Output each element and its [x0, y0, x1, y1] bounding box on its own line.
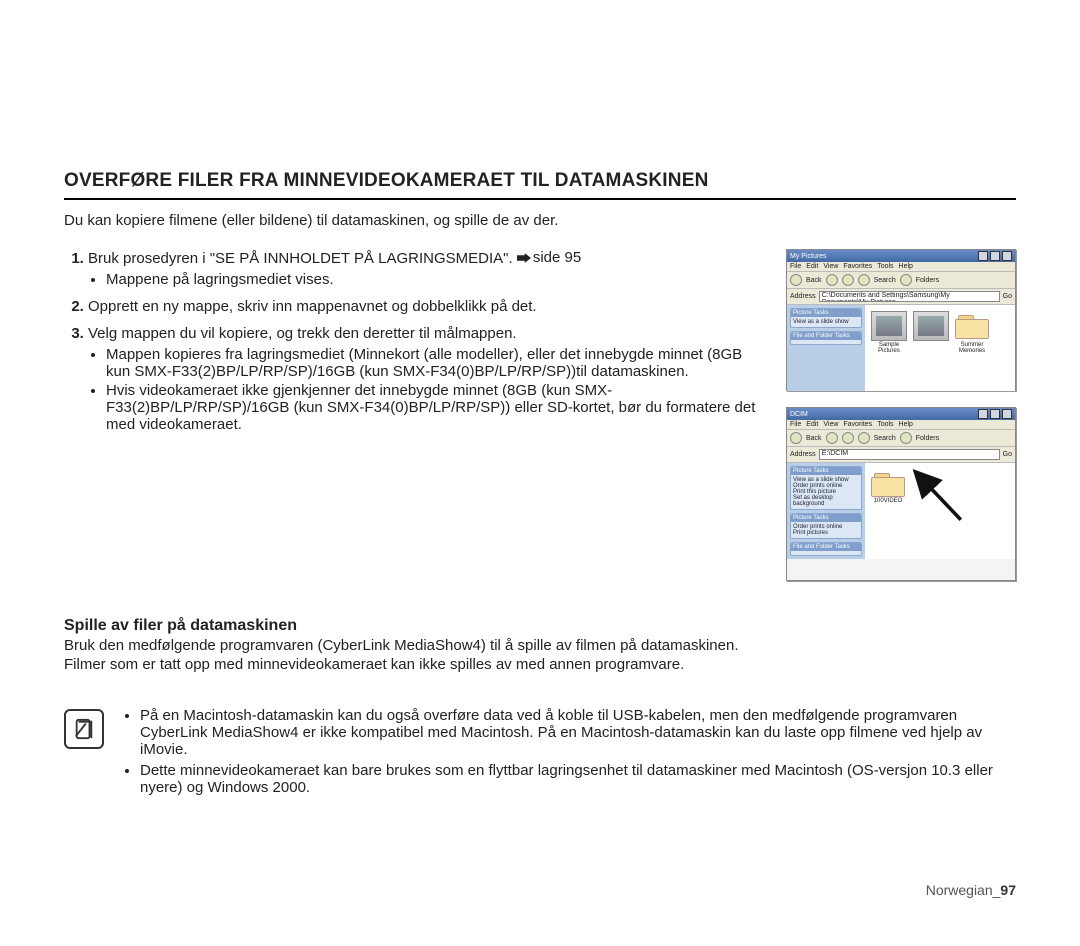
sub-paragraph-2: Filmer som er tatt opp med minnevideokam…: [64, 656, 1016, 673]
note-1: På en Macintosh-datamaskin kan du også o…: [140, 707, 1016, 758]
win2-menu-view: View: [823, 421, 838, 428]
illustration-column: My Pictures File Edit View Favorites Too…: [786, 249, 1016, 581]
step-3-sub-2: Hvis videokameraet ikke gjenkjenner det …: [106, 382, 764, 433]
win1-toolbar-back: Back: [806, 277, 822, 284]
win1-address-label: Address: [790, 293, 816, 300]
win1-menu-edit: Edit: [806, 263, 818, 270]
maximize-icon: [990, 409, 1000, 419]
win2-picture-tasks-pane: Picture Tasks View as a slide show Order…: [790, 466, 862, 510]
step-1-text: Bruk prosedyren i "SE PÅ INNHOLDET PÅ LA…: [88, 250, 513, 267]
win1-title: My Pictures: [790, 253, 827, 260]
note-icon: [64, 709, 104, 749]
win2-address-label: Address: [790, 451, 816, 458]
explorer-window-dcim: DCIM File Edit View Favorites Tools Help: [786, 407, 1016, 581]
intro-paragraph: Du kan kopiere filmene (eller bildene) t…: [64, 212, 1016, 229]
page-reference-text: side 95: [533, 249, 581, 266]
subsection-heading: Spille av filer på datamaskinen: [64, 617, 1016, 635]
note-2: Dette minnevideokameraet kan bare brukes…: [140, 762, 1016, 796]
win1-task-slideshow: View as a slide show: [793, 319, 859, 325]
thumbnail-sample-label: Sample Pictures: [871, 341, 907, 354]
win2-title: DCIM: [790, 411, 808, 418]
page-reference-icon: side 95: [517, 249, 581, 266]
folder-summer-label: Summer Memories: [955, 341, 989, 354]
page-footer: Norwegian_97: [926, 882, 1016, 898]
forward-icon: [826, 432, 838, 444]
win2-menu-fav: Favorites: [843, 421, 872, 428]
win1-go-button: Go: [1003, 293, 1012, 300]
folder-summer-memories: [955, 311, 989, 339]
back-icon: [790, 274, 802, 286]
section-heading: OVERFØRE FILER FRA MINNEVIDEOKAMERAET TI…: [64, 170, 1016, 200]
win2-toolbar-back: Back: [806, 435, 822, 442]
win2-file-tasks-title: File and Folder Tasks: [791, 543, 861, 551]
step-2: Opprett en ny mappe, skriv inn mappenavn…: [88, 298, 764, 315]
win1-toolbar-search: Search: [874, 277, 896, 284]
win1-menu-view: View: [823, 263, 838, 270]
win2-file-tasks-pane: File and Folder Tasks: [790, 542, 862, 556]
search-icon: [858, 432, 870, 444]
maximize-icon: [990, 251, 1000, 261]
win2-go-button: Go: [1003, 451, 1012, 458]
step-1-sub-1: Mappene på lagringsmediet vises.: [106, 271, 764, 288]
step-1: Bruk prosedyren i "SE PÅ INNHOLDET PÅ LA…: [88, 249, 764, 288]
win1-toolbar-folders: Folders: [916, 277, 939, 284]
thumbnail-sample-pictures: [871, 311, 907, 341]
win2-toolbar-search: Search: [874, 435, 896, 442]
folder-100video-label: 100VIDEO: [871, 497, 905, 504]
step-2-text: Opprett en ny mappe, skriv inn mappenavn…: [88, 298, 537, 315]
win2-menu-edit: Edit: [806, 421, 818, 428]
close-icon: [1002, 409, 1012, 419]
win1-menu-help: Help: [899, 263, 913, 270]
win1-picture-tasks-pane: Picture Tasks View as a slide show: [790, 308, 862, 328]
minimize-icon: [978, 409, 988, 419]
back-icon: [790, 432, 802, 444]
folder-100video: [871, 469, 905, 497]
forward-icon: [826, 274, 838, 286]
ordered-steps: Bruk prosedyren i "SE PÅ INNHOLDET PÅ LA…: [64, 249, 764, 433]
step-3-text: Velg mappen du vil kopiere, og trekk den…: [88, 325, 517, 342]
win1-file-tasks-pane: File and Folder Tasks: [790, 331, 862, 345]
thumbnail-image-2: [913, 311, 949, 341]
win2-toolbar-folders: Folders: [916, 435, 939, 442]
sub-paragraph-1: Bruk den medfølgende programvaren (Cyber…: [64, 637, 1016, 654]
step-3: Velg mappen du vil kopiere, og trekk den…: [88, 325, 764, 433]
step-3-sub-1: Mappen kopieres fra lagringsmediet (Minn…: [106, 346, 764, 380]
search-icon: [858, 274, 870, 286]
minimize-icon: [978, 251, 988, 261]
win2-menu-tools: Tools: [877, 421, 893, 428]
drag-arrow-icon: [893, 467, 983, 527]
win1-menu-fav: Favorites: [843, 263, 872, 270]
explorer-window-mypictures: My Pictures File Edit View Favorites Too…: [786, 249, 1016, 391]
win2-picture-tasks-pane-2: Picture Tasks Order prints online Print …: [790, 513, 862, 539]
win1-file-tasks-title: File and Folder Tasks: [791, 332, 861, 340]
win2-task-4: Set as desktop background: [793, 495, 859, 507]
close-icon: [1002, 251, 1012, 261]
win2-tasks2-title: Picture Tasks: [791, 514, 861, 522]
footer-language: Norwegian_: [926, 882, 1001, 898]
win2-picture-tasks-title: Picture Tasks: [791, 467, 861, 475]
win1-picture-tasks-title: Picture Tasks: [791, 309, 861, 317]
win1-menu-file: File: [790, 263, 801, 270]
win1-address-field: C:\Documents and Settings\Samsung\My Doc…: [819, 291, 1000, 302]
win2-menu-file: File: [790, 421, 801, 428]
folders-icon: [900, 274, 912, 286]
win2-menu-help: Help: [899, 421, 913, 428]
win2-address-field: E:\DCIM: [819, 449, 1000, 460]
win2-task2-2: Print pictures: [793, 530, 859, 536]
up-icon: [842, 274, 854, 286]
footer-page-number: 97: [1000, 882, 1016, 898]
notes-list: På en Macintosh-datamaskin kan du også o…: [122, 707, 1016, 800]
win1-menu-tools: Tools: [877, 263, 893, 270]
up-icon: [842, 432, 854, 444]
folders-icon: [900, 432, 912, 444]
